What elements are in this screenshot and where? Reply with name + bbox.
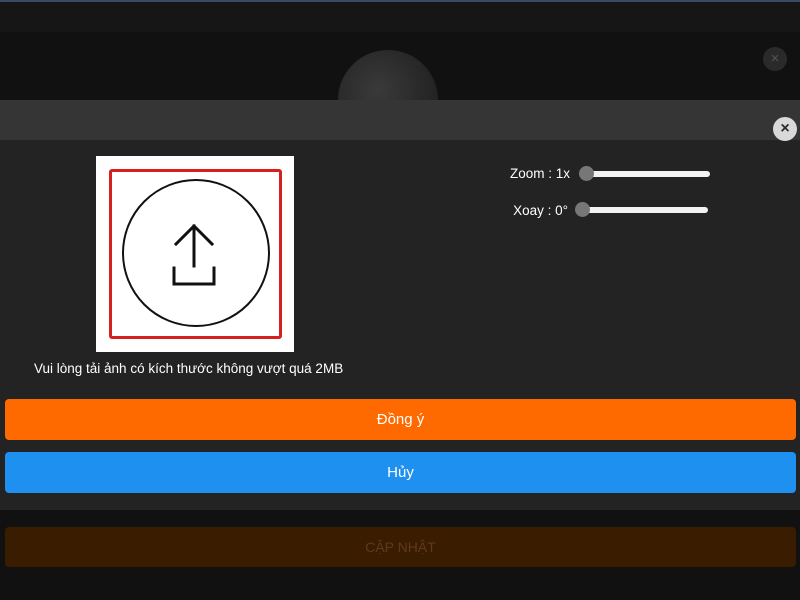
- close-icon[interactable]: ×: [773, 117, 797, 141]
- background-close-icon: ×: [763, 47, 787, 71]
- background-header: [0, 2, 800, 32]
- zoom-label: Zoom : 1x: [509, 166, 570, 181]
- update-button: CẬP NHẬT: [5, 527, 796, 567]
- cancel-button[interactable]: Hủy: [5, 452, 796, 493]
- zoom-slider[interactable]: [582, 171, 710, 177]
- dialog-header: [0, 100, 800, 140]
- zoom-slider-handle[interactable]: [579, 166, 594, 181]
- upload-size-hint: Vui lòng tải ảnh có kích thước không vượ…: [34, 361, 344, 376]
- upload-highlight-frame: [109, 169, 282, 339]
- rotate-label: Xoay : 0°: [513, 203, 568, 218]
- screen: × CẬP NHẬT × Vui lòng tải ảnh có kích th…: [0, 0, 800, 600]
- rotate-slider-handle[interactable]: [575, 202, 590, 217]
- rotate-slider[interactable]: [578, 207, 708, 213]
- confirm-button[interactable]: Đồng ý: [5, 399, 796, 440]
